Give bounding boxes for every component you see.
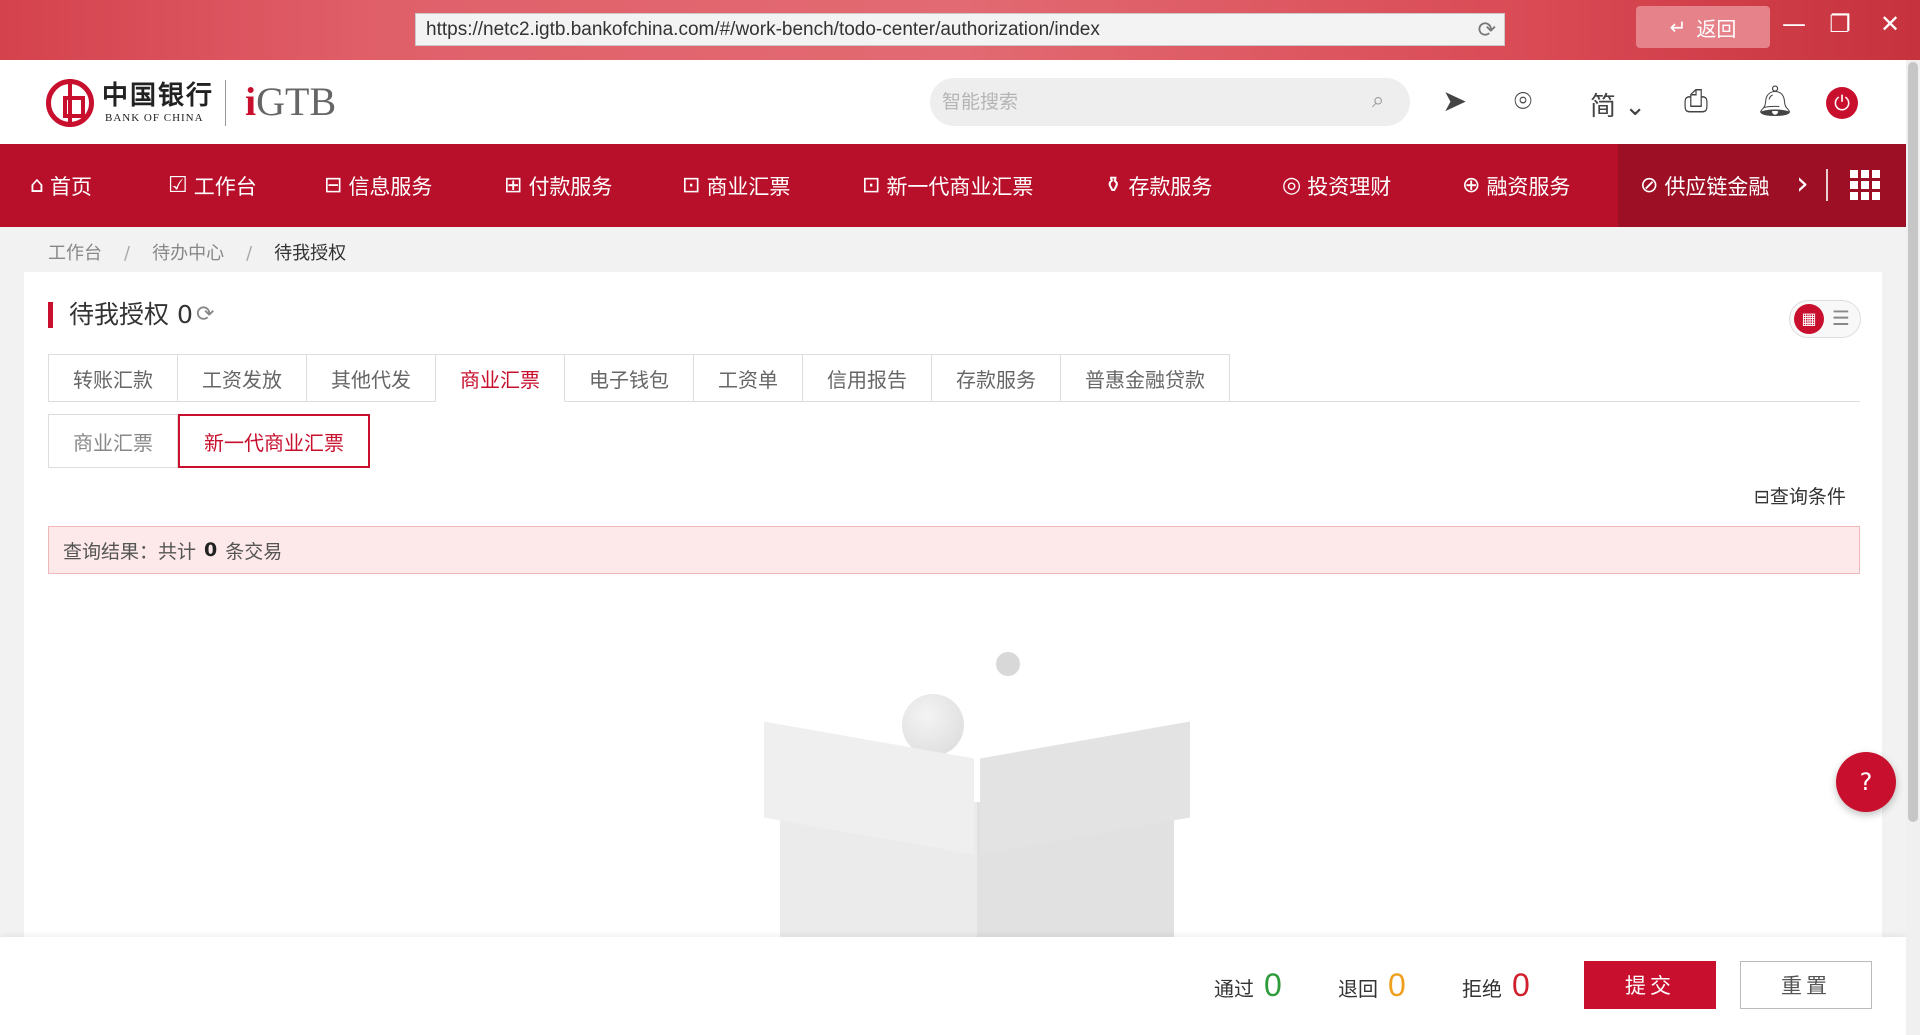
result-count: 0: [204, 539, 218, 561]
nav-item-deposit[interactable]: ⚱ 存款服务: [1104, 144, 1212, 227]
return-count: 0: [1388, 967, 1406, 1003]
empty-state-illustration: [724, 652, 1204, 982]
return-stat: 退回 0: [1338, 967, 1406, 1003]
tab-payroll[interactable]: 工资发放: [178, 354, 307, 402]
bank-logo-icon: [46, 79, 94, 127]
empty-dot-small: [996, 652, 1020, 676]
finance-icon: ⊕: [1462, 173, 1481, 198]
main-panel: 待我授权 0 ⟳ ▦ ☰ 转账汇款 工资发放 其他代发 商业汇票 电子钱包 工资…: [24, 272, 1882, 982]
grid-view-icon[interactable]: ▦: [1794, 304, 1824, 334]
info-icon: ⊟: [324, 173, 343, 198]
url-bar[interactable]: https://netc2.igtb.bankofchina.com/#/wor…: [415, 13, 1505, 46]
invest-icon: ◎: [1282, 173, 1302, 198]
nav-item-workbench[interactable]: ☑ 工作台: [168, 144, 257, 227]
tab-deposit[interactable]: 存款服务: [932, 354, 1061, 402]
language-select[interactable]: 简 ⌄: [1590, 86, 1646, 123]
nav-item-finance[interactable]: ⊕ 融资服务: [1462, 144, 1570, 227]
view-toggle[interactable]: ▦ ☰: [1789, 300, 1861, 338]
link-icon: ⊘: [1640, 173, 1659, 198]
nav-item-info[interactable]: ⊟ 信息服务: [324, 144, 432, 227]
title-count: 0: [176, 300, 193, 329]
back-button[interactable]: ↵ 返回: [1636, 6, 1770, 48]
filter-icon: ⊟: [1754, 486, 1770, 508]
app-header: 中国银行 BANK OF CHINA iGTB ⌕ ➤ ⌾ 简 ⌄ ⎙ 🔔︎ ⏻: [0, 60, 1906, 144]
category-tabs: 转账汇款 工资发放 其他代发 商业汇票 电子钱包 工资单 信用报告 存款服务 普…: [48, 354, 1230, 402]
tab-transfer[interactable]: 转账汇款: [48, 354, 178, 402]
back-label: 返回: [1696, 16, 1737, 41]
tab-other-payout[interactable]: 其他代发: [307, 354, 436, 402]
back-arrow-icon: ↵: [1669, 15, 1687, 39]
submit-button[interactable]: 提交: [1584, 961, 1716, 1009]
deposit-icon: ⚱: [1104, 173, 1123, 198]
home-icon: ⌂: [30, 173, 44, 198]
pass-stat: 通过 0: [1214, 967, 1282, 1003]
restore-icon[interactable]: ❐: [1822, 10, 1858, 38]
nav-item-payment[interactable]: ⊞ 付款服务: [504, 144, 612, 227]
vertical-scrollbar[interactable]: [1906, 60, 1920, 1035]
result-summary: 查询结果：共计 0 条交易: [48, 526, 1860, 574]
reset-button[interactable]: 重置: [1740, 961, 1872, 1009]
list-view-icon[interactable]: ☰: [1832, 306, 1850, 330]
sub-tabs: 商业汇票 新一代商业汇票: [48, 414, 370, 468]
reload-icon[interactable]: ⟳: [1478, 17, 1496, 43]
nav-item-home[interactable]: ⌂ 首页: [30, 144, 92, 227]
breadcrumb-item[interactable]: 待办中心: [152, 243, 224, 264]
url-text: https://netc2.igtb.bankofchina.com/#/wor…: [426, 19, 1100, 40]
printer-icon[interactable]: ⎙: [1684, 84, 1708, 119]
action-footer: 通过 0 退回 0 拒绝 0 提交 重置: [0, 937, 1906, 1035]
nav-item-new-bill[interactable]: ⊡ 新一代商业汇票: [862, 144, 1033, 227]
query-conditions-button[interactable]: ⊟查询条件: [1754, 482, 1846, 509]
chevron-right-icon[interactable]: ›: [1796, 164, 1809, 202]
main-nav: ⌂ 首页 ☑ 工作台 ⊟ 信息服务 ⊞ 付款服务 ⊡ 商业汇票 ⊡ 新一代商业汇票 ⚱ 存款服…: [0, 144, 1906, 227]
search-input[interactable]: [930, 78, 1410, 126]
nav-item-supply-chain[interactable]: ⊘ 供应链金融: [1640, 144, 1780, 227]
tab-commercial-bill[interactable]: 商业汇票: [436, 354, 565, 402]
nav-divider: [1826, 169, 1828, 201]
tab-inclusive-loan[interactable]: 普惠金融贷款: [1061, 354, 1230, 402]
logo-english: BANK OF CHINA: [105, 112, 204, 124]
nav-item-bill[interactable]: ⊡ 商业汇票: [682, 144, 790, 227]
search-icon[interactable]: ⌕: [1372, 88, 1384, 113]
scrollbar-thumb[interactable]: [1908, 62, 1918, 822]
workbench-icon: ☑: [168, 173, 188, 198]
app-grid-icon[interactable]: [1850, 170, 1880, 200]
minimize-icon[interactable]: —: [1776, 10, 1812, 38]
subtab-new-commercial-bill[interactable]: 新一代商业汇票: [178, 414, 370, 468]
reject-stat: 拒绝 0: [1462, 967, 1530, 1003]
send-icon[interactable]: ➤: [1442, 84, 1467, 119]
breadcrumb: 工作台 / 待办中心 / 待我授权: [48, 243, 347, 264]
tab-credit-report[interactable]: 信用报告: [803, 354, 932, 402]
help-button[interactable]: ?: [1836, 752, 1896, 812]
pass-count: 0: [1264, 967, 1282, 1003]
nav-item-invest[interactable]: ◎ 投资理财: [1282, 144, 1391, 227]
refresh-icon[interactable]: ⟳: [196, 302, 214, 327]
payment-icon: ⊞: [504, 173, 523, 198]
logo-divider: [225, 80, 226, 126]
page-title: 待我授权 0: [48, 302, 193, 328]
new-bill-icon: ⊡: [862, 173, 881, 198]
gtb-logo: iGTB: [245, 79, 337, 124]
tab-e-wallet[interactable]: 电子钱包: [565, 354, 694, 402]
close-icon[interactable]: ✕: [1872, 10, 1908, 38]
tab-payslip[interactable]: 工资单: [694, 354, 803, 402]
reject-count: 0: [1512, 967, 1530, 1003]
bell-icon[interactable]: 🔔︎: [1756, 84, 1794, 119]
subtab-commercial-bill[interactable]: 商业汇票: [48, 414, 178, 468]
location-icon[interactable]: ⌾: [1514, 84, 1532, 119]
window-titlebar: https://netc2.igtb.bankofchina.com/#/wor…: [0, 0, 1920, 60]
logout-icon[interactable]: ⏻: [1826, 87, 1858, 119]
breadcrumb-item[interactable]: 工作台: [48, 243, 102, 264]
breadcrumb-current: 待我授权: [274, 243, 347, 264]
logo-chinese: 中国银行: [102, 81, 215, 111]
bill-icon: ⊡: [682, 173, 701, 198]
